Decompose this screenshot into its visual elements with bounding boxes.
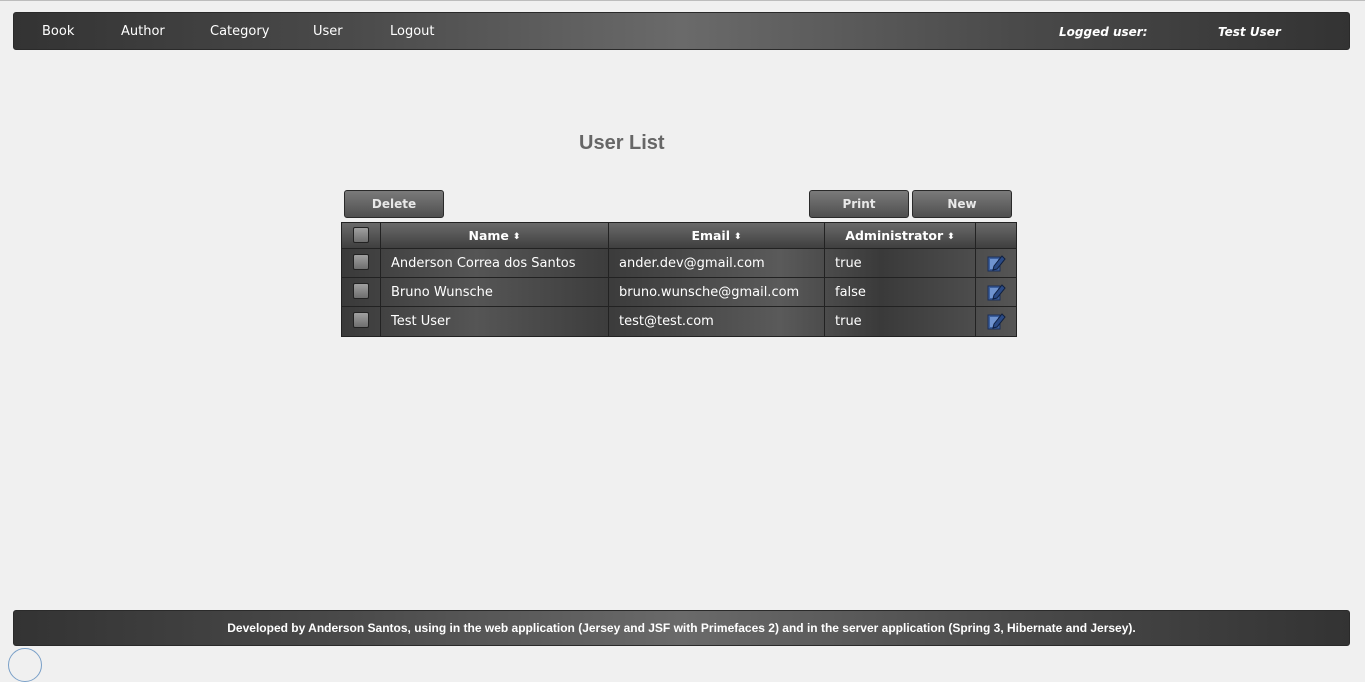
menubar: Book Author Category User Logout Logged … bbox=[13, 12, 1350, 50]
menu-item-logout[interactable]: Logout bbox=[390, 13, 435, 51]
edit-icon[interactable] bbox=[986, 282, 1006, 302]
header-administrator-label: Administrator bbox=[845, 228, 944, 243]
row-select-cell bbox=[342, 249, 381, 277]
row-email: ander.dev@gmail.com bbox=[609, 249, 825, 277]
row-actions bbox=[976, 249, 1017, 277]
header-name[interactable]: Name ⬍ bbox=[381, 223, 609, 248]
menu-item-category[interactable]: Category bbox=[210, 13, 269, 51]
header-administrator[interactable]: Administrator ⬍ bbox=[825, 223, 976, 248]
select-all-checkbox[interactable] bbox=[353, 227, 369, 243]
row-checkbox[interactable] bbox=[353, 254, 369, 270]
row-checkbox[interactable] bbox=[353, 283, 369, 299]
user-table: Name ⬍ Email ⬍ Administrator ⬍ Anderson Cor… bbox=[341, 222, 1017, 337]
row-administrator: true bbox=[825, 307, 976, 336]
row-email: bruno.wunsche@gmail.com bbox=[609, 278, 825, 306]
row-name: Anderson Correa dos Santos bbox=[381, 249, 609, 277]
new-button[interactable]: New bbox=[912, 190, 1012, 218]
edit-icon[interactable] bbox=[986, 311, 1006, 331]
row-administrator: false bbox=[825, 278, 976, 306]
row-name: Bruno Wunsche bbox=[381, 278, 609, 306]
sort-icon: ⬍ bbox=[947, 232, 955, 242]
menu-item-user[interactable]: User bbox=[313, 13, 343, 51]
row-actions bbox=[976, 307, 1017, 336]
header-email[interactable]: Email ⬍ bbox=[609, 223, 825, 248]
table-row: Test User test@test.com true bbox=[342, 307, 1016, 336]
row-checkbox[interactable] bbox=[353, 312, 369, 328]
row-actions bbox=[976, 278, 1017, 306]
table-row: Bruno Wunsche bruno.wunsche@gmail.com fa… bbox=[342, 278, 1016, 307]
menu-item-book[interactable]: Book bbox=[42, 13, 74, 51]
corner-circle-icon bbox=[8, 648, 42, 682]
top-border bbox=[0, 0, 1365, 1]
footer: Developed by Anderson Santos, using in t… bbox=[13, 610, 1350, 646]
table-row: Anderson Correa dos Santos ander.dev@gma… bbox=[342, 249, 1016, 278]
sort-icon: ⬍ bbox=[734, 232, 742, 242]
sort-icon: ⬍ bbox=[512, 232, 521, 242]
header-name-label: Name bbox=[468, 228, 509, 243]
header-actions bbox=[976, 223, 1017, 248]
header-select-cell bbox=[342, 223, 381, 248]
header-email-label: Email bbox=[691, 228, 731, 243]
logged-user-label: Logged user: bbox=[1059, 25, 1148, 39]
logged-user-name: Test User bbox=[1218, 25, 1281, 39]
page-title: User List bbox=[579, 132, 665, 154]
table-header-row: Name ⬍ Email ⬍ Administrator ⬍ bbox=[342, 223, 1016, 249]
menu-item-author[interactable]: Author bbox=[121, 13, 165, 51]
row-administrator: true bbox=[825, 249, 976, 277]
print-button[interactable]: Print bbox=[809, 190, 909, 218]
delete-button[interactable]: Delete bbox=[344, 190, 444, 218]
row-select-cell bbox=[342, 307, 381, 336]
row-select-cell bbox=[342, 278, 381, 306]
edit-icon[interactable] bbox=[986, 253, 1006, 273]
row-name: Test User bbox=[381, 307, 609, 336]
row-email: test@test.com bbox=[609, 307, 825, 336]
